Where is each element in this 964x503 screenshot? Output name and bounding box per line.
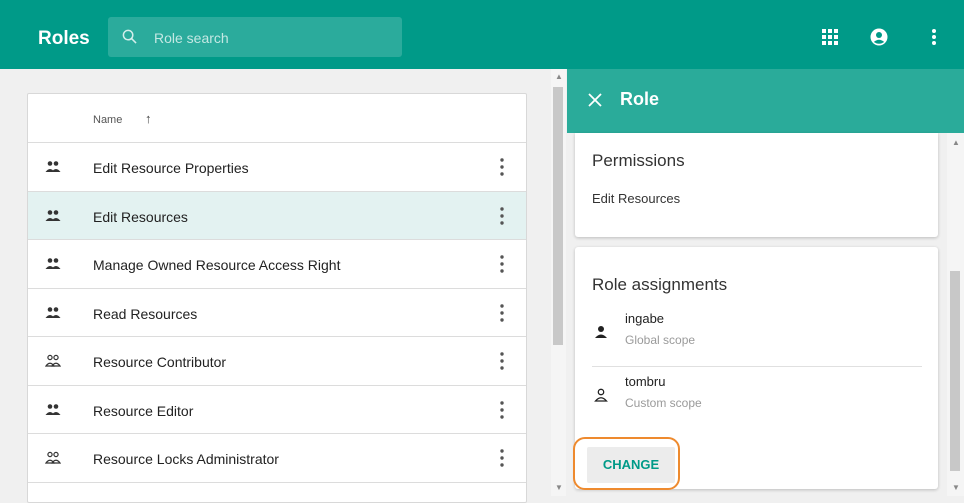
role-name: Manage Owned Resource Access Right	[93, 257, 341, 273]
search-input[interactable]: Role search	[108, 17, 402, 57]
scrollbar-thumb[interactable]	[950, 271, 960, 471]
role-assignments-heading: Role assignments	[592, 275, 728, 294]
table-row[interactable]: Edit Resource Properties	[28, 143, 526, 192]
group-filled-icon	[45, 209, 61, 221]
permission-value: Edit Resources	[592, 191, 681, 206]
divider	[592, 366, 922, 367]
more-vertical-icon[interactable]	[500, 303, 504, 322]
assignment-scope: Custom scope	[625, 396, 702, 410]
more-vertical-icon[interactable]	[500, 400, 504, 419]
table-row[interactable]: Resource Editor	[28, 386, 526, 434]
more-vertical-icon[interactable]	[500, 158, 504, 176]
roles-list: Name ↑ Edit Resource Properties Edit Res…	[27, 93, 527, 503]
more-vertical-icon[interactable]	[500, 255, 504, 273]
apps-grid-icon[interactable]	[822, 29, 838, 45]
more-vertical-icon[interactable]	[500, 449, 504, 467]
more-vertical-icon[interactable]	[500, 352, 504, 370]
assignment-item[interactable]: ingabe Global scope	[592, 309, 922, 359]
role-detail-panel: Role Permissions Edit Resources Role ass…	[567, 69, 964, 496]
table-row[interactable]: Edit Resources	[28, 191, 526, 240]
panel-scrollbar[interactable]: ▲ ▼	[947, 133, 964, 496]
scroll-down-arrow-icon[interactable]: ▼	[952, 483, 960, 492]
name-column-header[interactable]: Name	[93, 114, 122, 126]
scroll-up-arrow-icon[interactable]: ▲	[952, 138, 960, 147]
group-filled-icon	[45, 161, 61, 172]
change-button-highlight	[573, 437, 680, 490]
app-header: Roles Role search	[0, 0, 964, 69]
permissions-heading: Permissions	[592, 151, 685, 170]
list-header: Name ↑	[28, 94, 526, 143]
role-name: Resource Editor	[93, 402, 194, 419]
assignment-scope: Global scope	[625, 333, 696, 347]
account-circle-icon[interactable]	[870, 28, 888, 46]
assignment-item[interactable]: tombru Custom scope	[592, 372, 922, 422]
list-scrollbar[interactable]: ▲ ▼	[551, 69, 566, 496]
search-icon	[122, 29, 137, 44]
table-row[interactable]: Resource Contributor	[28, 337, 526, 386]
role-name: Resource Contributor	[93, 354, 227, 370]
search-placeholder: Role search	[154, 30, 229, 46]
table-row[interactable]: Resource Locks Administrator	[28, 434, 526, 483]
close-icon[interactable]	[587, 92, 603, 108]
group-outline-icon	[45, 451, 61, 464]
more-vertical-icon[interactable]	[500, 206, 504, 225]
scroll-down-arrow-icon[interactable]: ▼	[555, 483, 563, 492]
group-outline-icon	[45, 354, 61, 367]
role-name: Edit Resources	[93, 208, 188, 225]
assignee-name: tombru	[625, 374, 666, 389]
role-name: Edit Resource Properties	[93, 160, 249, 176]
page-title: Roles	[38, 28, 90, 49]
group-filled-icon	[45, 306, 61, 318]
role-name: Resource Locks Administrator	[93, 451, 279, 467]
table-row[interactable]: Read Resources	[28, 289, 526, 337]
panel-header: Role	[567, 69, 964, 133]
role-name: Read Resources	[93, 305, 198, 322]
group-filled-icon	[45, 258, 61, 269]
sort-ascending-icon[interactable]: ↑	[145, 111, 152, 126]
panel-title: Role	[620, 89, 660, 109]
permissions-card: Permissions Edit Resources	[575, 133, 938, 237]
assignee-name: ingabe	[625, 311, 665, 326]
person-filled-icon	[595, 326, 607, 338]
scrollbar-thumb[interactable]	[553, 87, 563, 345]
group-filled-icon	[45, 403, 61, 415]
table-row[interactable]: Manage Owned Resource Access Right	[28, 240, 526, 289]
more-vertical-icon[interactable]	[931, 28, 937, 46]
person-outline-icon	[594, 388, 608, 402]
scroll-up-arrow-icon[interactable]: ▲	[555, 72, 563, 81]
